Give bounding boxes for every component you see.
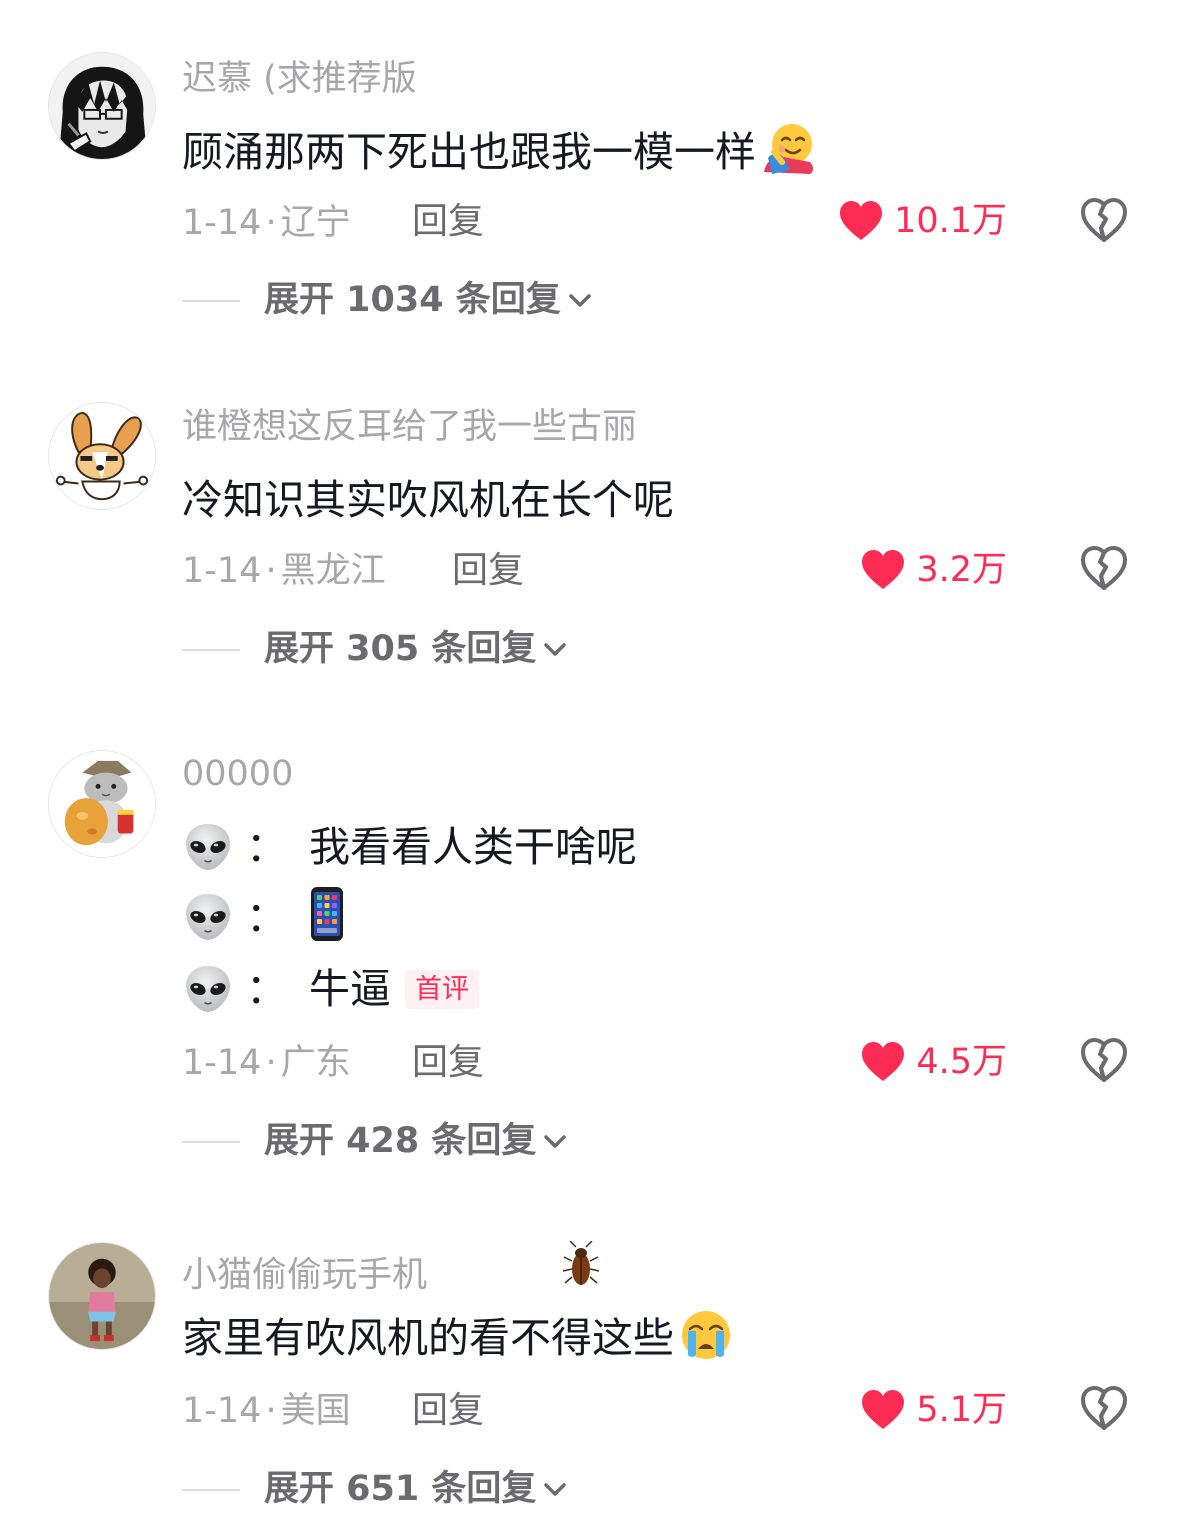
expand-replies-button[interactable]: 展开 1034 条回复: [182, 283, 593, 318]
anime-portrait-icon: [49, 53, 155, 159]
comment-date: 1-14: [182, 1043, 262, 1083]
comment-location: 黑龙江: [280, 551, 386, 591]
username-text: 小猫偷偷玩手机: [182, 1255, 428, 1296]
chevron-down-icon: [542, 1133, 568, 1151]
divider-dash: [182, 1488, 240, 1491]
comment-text: 冷知识其实吹风机在长个呢: [182, 478, 674, 522]
comment-location: 广东: [280, 1043, 351, 1083]
comment-meta: 1-14 · 黑龙江: [182, 554, 386, 589]
broken-heart-icon[interactable]: [1080, 546, 1128, 592]
alien-icon: [182, 963, 234, 1015]
comment-date: 1-14: [182, 1391, 262, 1431]
username[interactable]: 迟慕 (求推荐版: [182, 62, 417, 97]
broken-heart-icon[interactable]: [1080, 1386, 1128, 1432]
comment-location: 辽宁: [280, 203, 351, 243]
crying-face-icon: [678, 1309, 734, 1368]
mobile-phone-icon: [309, 886, 345, 949]
expand-replies-label: 展开 1034 条回复: [264, 280, 561, 320]
colon: ：: [246, 964, 287, 1013]
reply-button[interactable]: 回复: [412, 204, 484, 240]
meta-dot: ·: [265, 551, 277, 591]
comment-text-content: 牛逼: [309, 964, 391, 1013]
username[interactable]: 谁橙想这反耳给了我一些古丽: [182, 410, 637, 445]
expand-replies-label: 展开 428 条回复: [264, 1121, 537, 1161]
avatar[interactable]: [48, 402, 156, 510]
like-button[interactable]: 3.2万: [860, 549, 1007, 591]
expand-replies-button[interactable]: 展开 305 条回复: [182, 632, 568, 667]
expand-replies-button[interactable]: 展开 428 条回复: [182, 1124, 568, 1159]
divider-dash: [182, 299, 240, 302]
expand-replies-button[interactable]: 展开 651 条回复: [182, 1472, 568, 1507]
reply-button[interactable]: 回复: [412, 1045, 484, 1081]
colon: ：: [246, 892, 287, 941]
like-count: 10.1万: [894, 200, 1007, 241]
broken-heart-icon[interactable]: [1080, 198, 1128, 244]
avatar[interactable]: [48, 1242, 156, 1350]
like-count: 3.2万: [916, 549, 1007, 590]
cat-with-food-icon: [49, 751, 155, 857]
meta-dot: ·: [265, 1391, 277, 1431]
heart-icon: [860, 549, 906, 591]
comment-text-line: ： 牛逼 首评: [182, 962, 479, 1016]
comment-meta: 1-14 · 美国: [182, 1394, 351, 1429]
comment-text-line: ：: [182, 886, 345, 944]
comment-date: 1-14: [182, 203, 262, 243]
avatar[interactable]: [48, 750, 156, 858]
comment-text-line: ： 我看看人类干啥呢: [182, 820, 637, 874]
like-count: 4.5万: [916, 1041, 1007, 1082]
expand-replies-label: 展开 305 条回复: [264, 629, 537, 669]
alien-icon: [182, 821, 234, 873]
broken-heart-icon[interactable]: [1080, 1038, 1128, 1084]
heart-icon: [860, 1041, 906, 1083]
like-count: 5.1万: [916, 1389, 1007, 1430]
avatar[interactable]: [48, 52, 156, 160]
comment-text-content: 顾涌那两下死出也跟我一模一样: [182, 127, 756, 176]
cartoon-dog-icon: [49, 403, 155, 509]
chevron-down-icon: [567, 292, 593, 310]
username[interactable]: 小猫偷偷玩手机: [182, 1240, 600, 1304]
reply-button[interactable]: 回复: [452, 553, 524, 589]
comment-text-content: 冷知识其实吹风机在长个呢: [182, 475, 674, 524]
alien-icon: [182, 891, 234, 943]
divider-dash: [182, 1140, 240, 1143]
comment-meta: 1-14 · 辽宁: [182, 206, 351, 241]
username[interactable]: 00000: [182, 757, 293, 792]
expand-replies-label: 展开 651 条回复: [264, 1469, 537, 1509]
like-button[interactable]: 10.1万: [838, 200, 1007, 242]
like-button[interactable]: 5.1万: [860, 1389, 1007, 1431]
heart-icon: [860, 1389, 906, 1431]
chevron-down-icon: [542, 641, 568, 659]
comment-meta: 1-14 · 广东: [182, 1046, 351, 1081]
child-photo-icon: [49, 1243, 155, 1349]
comment-location: 美国: [280, 1391, 351, 1431]
comment-text-content: 家里有吹风机的看不得这些: [182, 1313, 674, 1362]
comment-date: 1-14: [182, 551, 262, 591]
meta-dot: ·: [265, 203, 277, 243]
comment-text: 顾涌那两下死出也跟我一模一样: [182, 123, 818, 176]
divider-dash: [182, 648, 240, 651]
comment-text-content: 我看看人类干啥呢: [309, 822, 637, 871]
cockroach-icon: [562, 1240, 600, 1296]
chevron-down-icon: [542, 1481, 568, 1499]
comment-text: 家里有吹风机的看不得这些: [182, 1310, 734, 1364]
like-button[interactable]: 4.5万: [860, 1041, 1007, 1083]
heart-icon: [838, 200, 884, 242]
colon: ：: [246, 822, 287, 871]
reply-button[interactable]: 回复: [412, 1393, 484, 1429]
meta-dot: ·: [265, 1043, 277, 1083]
hugging-face-icon: [760, 122, 818, 183]
first-comment-badge: 首评: [405, 969, 479, 1009]
